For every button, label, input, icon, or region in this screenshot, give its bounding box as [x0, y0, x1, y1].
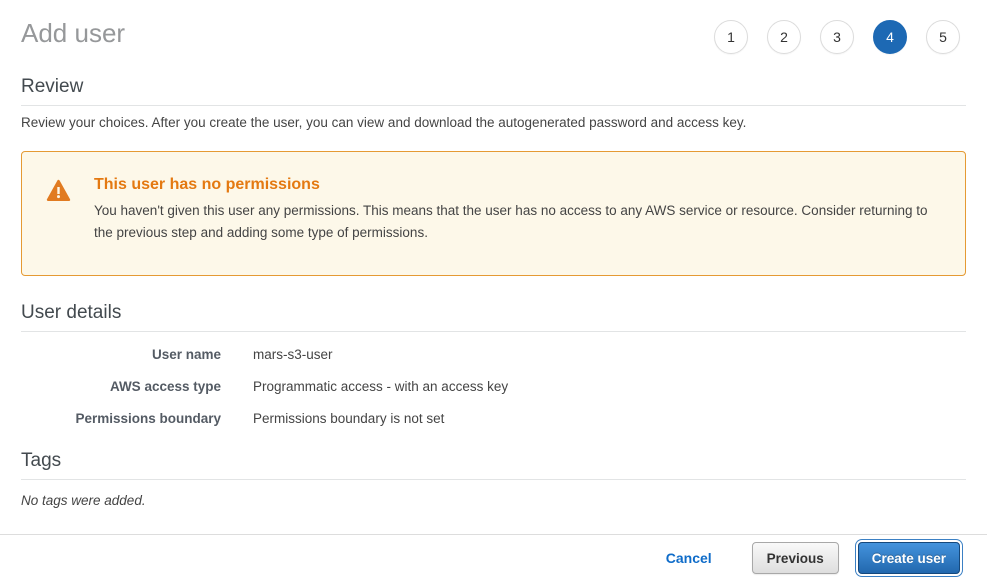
- warning-body: You haven't given this user any permissi…: [94, 200, 931, 244]
- review-description: Review your choices. After you create th…: [21, 115, 966, 130]
- user-details-heading: User details: [21, 302, 966, 332]
- page-title: Add user: [21, 16, 125, 50]
- step-4-active[interactable]: 4: [873, 20, 907, 54]
- detail-value: Permissions boundary is not set: [253, 411, 444, 426]
- detail-row-access-type: AWS access type Programmatic access - wi…: [21, 379, 966, 394]
- step-3[interactable]: 3: [820, 20, 854, 54]
- review-section: Review Review your choices. After you cr…: [21, 76, 966, 130]
- review-heading: Review: [21, 76, 966, 106]
- warning-title: This user has no permissions: [94, 176, 931, 194]
- detail-value: Programmatic access - with an access key: [253, 379, 508, 394]
- detail-row-permissions-boundary: Permissions boundary Permissions boundar…: [21, 411, 966, 426]
- wizard-step-indicator: 1 2 3 4 5: [714, 16, 966, 54]
- warning-triangle-icon: [46, 179, 71, 207]
- previous-button[interactable]: Previous: [752, 542, 839, 575]
- step-1[interactable]: 1: [714, 20, 748, 54]
- detail-row-user-name: User name mars-s3-user: [21, 347, 966, 362]
- detail-label: Permissions boundary: [21, 411, 253, 426]
- step-5[interactable]: 5: [926, 20, 960, 54]
- tags-heading: Tags: [21, 450, 966, 480]
- no-permissions-warning: This user has no permissions You haven't…: [21, 151, 966, 276]
- user-details-section: User details User name mars-s3-user AWS …: [21, 302, 966, 426]
- detail-label: AWS access type: [21, 379, 253, 394]
- tags-section: Tags No tags were added.: [21, 450, 966, 508]
- wizard-header: Add user 1 2 3 4 5: [0, 0, 987, 54]
- wizard-footer: Cancel Previous Create user: [0, 534, 987, 581]
- detail-label: User name: [21, 347, 253, 362]
- tags-empty-message: No tags were added.: [21, 493, 966, 508]
- cancel-link[interactable]: Cancel: [666, 550, 712, 566]
- detail-value: mars-s3-user: [253, 347, 333, 362]
- create-user-button[interactable]: Create user: [858, 542, 960, 575]
- step-2[interactable]: 2: [767, 20, 801, 54]
